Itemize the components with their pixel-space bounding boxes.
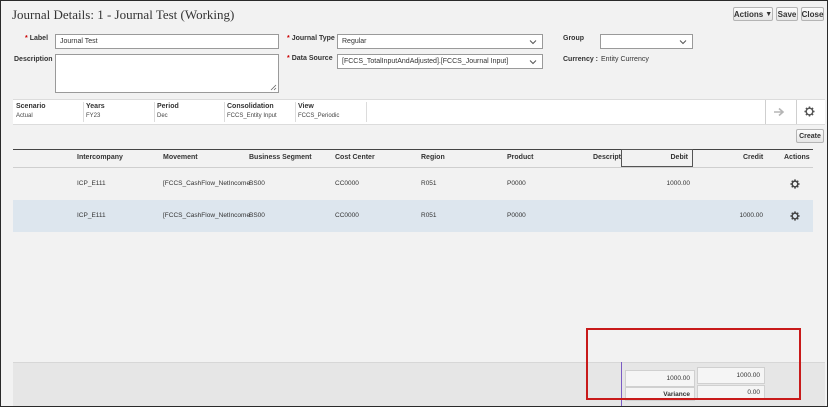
page-title: Journal Details: 1 - Journal Test (Worki… <box>12 7 235 22</box>
pov-consolidation[interactable]: Consolidation FCCS_Entity Input <box>224 102 296 122</box>
pov-label: Consolidation <box>227 103 274 110</box>
pov-label: Period <box>157 103 179 110</box>
caret-down-icon: ▼ <box>765 10 773 18</box>
pov-label: Scenario <box>16 103 46 110</box>
column-header-movement[interactable]: Movement <box>163 154 198 161</box>
divider <box>796 100 797 124</box>
chevron-down-icon <box>679 40 687 45</box>
data-source-value: [FCCS_TotalInputAndAdjusted].[FCCS_Journ… <box>342 58 509 65</box>
journal-type-label: * Journal Type <box>287 35 335 42</box>
pov-scenario[interactable]: Scenario Actual <box>13 102 84 122</box>
pov-period[interactable]: Period Dec <box>154 102 225 122</box>
pov-value: Actual <box>16 113 33 119</box>
pov-bar: Scenario Actual Years FY23 Period Dec Co… <box>13 99 825 125</box>
description-label: Description <box>14 56 53 63</box>
pov-label: Years <box>86 103 105 110</box>
column-header-business-segment[interactable]: Business Segment <box>249 154 312 161</box>
cell-intercompany[interactable]: ICP_E111 <box>77 180 106 187</box>
arrow-right-icon[interactable] <box>773 107 785 117</box>
currency-value: Entity Currency <box>601 56 649 63</box>
divider <box>765 100 766 124</box>
cell-credit[interactable]: 1000.00 <box>740 212 764 219</box>
journal-type-value: Regular <box>342 38 367 45</box>
column-header-credit[interactable]: Credit <box>743 154 763 161</box>
highlight-box <box>586 328 801 400</box>
pov-value: FY23 <box>86 113 101 119</box>
grid-header: Intercompany Movement Business Segment C… <box>13 149 813 168</box>
pov-view[interactable]: View FCCS_Periodic <box>295 102 367 122</box>
label-field-label: * Label <box>25 35 49 42</box>
column-header-description[interactable]: Descripti <box>593 154 623 161</box>
chevron-down-icon <box>529 60 537 65</box>
cell-business-segment[interactable]: BS00 <box>249 212 265 219</box>
data-source-select[interactable]: [FCCS_TotalInputAndAdjusted].[FCCS_Journ… <box>337 54 543 69</box>
currency-label: Currency : <box>563 56 599 63</box>
cell-region[interactable]: R051 <box>421 180 437 187</box>
column-header-cost-center[interactable]: Cost Center <box>335 154 375 161</box>
chevron-down-icon <box>529 40 537 45</box>
cell-movement[interactable]: [FCCS_CashFlow_NetIncome <box>163 212 250 219</box>
gear-icon[interactable] <box>790 211 800 221</box>
actions-button[interactable]: Actions ▼ <box>733 7 773 21</box>
cell-cost-center[interactable]: CC0000 <box>335 212 359 219</box>
cell-product[interactable]: P0000 <box>507 212 526 219</box>
cell-product[interactable]: P0000 <box>507 180 526 187</box>
table-row[interactable]: ICP_E111 [FCCS_CashFlow_NetIncome BS00 C… <box>13 168 813 200</box>
gear-icon[interactable] <box>804 106 815 117</box>
cell-intercompany[interactable]: ICP_E111 <box>77 212 106 219</box>
column-header-region[interactable]: Region <box>421 154 445 161</box>
pov-value: FCCS_Entity Input <box>227 113 277 119</box>
label-input[interactable]: Journal Test <box>55 34 279 49</box>
journal-details-window: Journal Details: 1 - Journal Test (Worki… <box>0 0 828 407</box>
column-header-product[interactable]: Product <box>507 154 533 161</box>
column-header-debit: Debit <box>670 154 689 161</box>
column-header-actions: Actions <box>784 154 810 161</box>
column-header-intercompany[interactable]: Intercompany <box>77 154 123 161</box>
cell-cost-center[interactable]: CC0000 <box>335 180 359 187</box>
pov-years[interactable]: Years FY23 <box>83 102 155 122</box>
save-button[interactable]: Save <box>776 7 798 21</box>
pov-value: FCCS_Periodic <box>298 113 340 119</box>
data-source-label: * Data Source <box>287 55 333 62</box>
group-select[interactable] <box>600 34 693 49</box>
cell-movement[interactable]: [FCCS_CashFlow_NetIncome <box>163 180 250 187</box>
column-header-debit-cell[interactable]: Debit <box>621 149 693 167</box>
pov-label: View <box>298 103 314 110</box>
pov-value: Dec <box>157 113 168 119</box>
close-button[interactable]: Close <box>801 7 824 21</box>
resize-handle-icon[interactable] <box>270 84 277 91</box>
description-textarea[interactable] <box>55 54 279 93</box>
group-label: Group <box>563 35 584 42</box>
cell-region[interactable]: R051 <box>421 212 437 219</box>
gear-icon[interactable] <box>790 179 800 189</box>
actions-button-label: Actions <box>733 9 764 19</box>
cell-business-segment[interactable]: BS00 <box>249 180 265 187</box>
table-row[interactable]: ICP_E111 [FCCS_CashFlow_NetIncome BS00 C… <box>13 200 813 232</box>
create-button[interactable]: Create <box>796 129 824 143</box>
journal-type-select[interactable]: Regular <box>337 34 543 49</box>
cell-debit[interactable]: 1000.00 <box>667 180 691 187</box>
